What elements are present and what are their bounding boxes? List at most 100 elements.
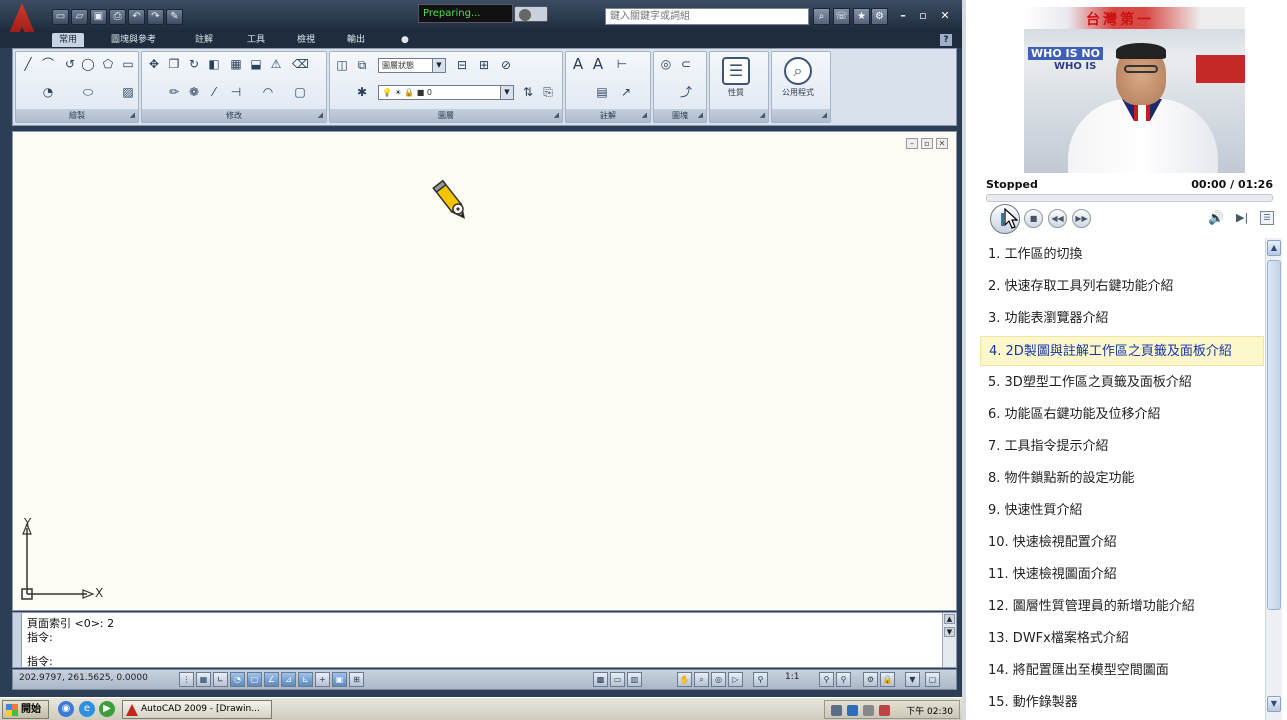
edit-block-icon[interactable]: ⤴ <box>678 84 694 100</box>
playlist-item[interactable]: 7. 工具指令提示介紹 <box>980 432 1264 462</box>
tab-output[interactable]: 輸出 <box>340 33 372 47</box>
layer-match-icon[interactable]: ⎘ <box>540 84 556 100</box>
pan-icon[interactable]: ✋ <box>677 672 692 687</box>
command-line-grip[interactable] <box>13 613 22 667</box>
playlist-scrollbar[interactable]: ▲ ▼ <box>1265 238 1282 720</box>
playlist-item[interactable]: 15. 動作錄製器 <box>980 688 1264 718</box>
panel-expand-properties[interactable] <box>710 109 768 122</box>
viewport-minimize-icon[interactable]: – <box>906 138 918 149</box>
match-properties-icon[interactable]: ✎ <box>166 9 183 25</box>
playlist-item[interactable]: 4. 2D製圖與註解工作區之頁籤及面板介紹 <box>980 336 1264 366</box>
search-icon[interactable]: ⌕ <box>813 8 830 25</box>
layer-freeze-icon[interactable]: ✱ <box>354 84 370 100</box>
playlist-toggle-icon[interactable]: ☰ <box>1260 211 1274 225</box>
next-chapter-icon[interactable]: ▶| <box>1236 211 1248 224</box>
playlist-item[interactable]: 6. 功能區右鍵功能及位移介紹 <box>980 400 1264 430</box>
trim-icon[interactable]: ⁄ <box>206 84 222 100</box>
circle-icon[interactable]: ◯ <box>80 56 96 72</box>
open-icon[interactable]: ▱ <box>71 9 88 25</box>
object-snap-tracking-icon[interactable]: ∠ <box>264 672 279 687</box>
rectangle-icon[interactable]: ▭ <box>120 56 136 72</box>
extend-icon[interactable]: ⊣ <box>228 84 244 100</box>
redo-icon[interactable]: ↷ <box>147 9 164 25</box>
minimize-icon[interactable]: – <box>895 9 911 23</box>
grid-display-icon[interactable]: ▦ <box>196 672 211 687</box>
layer-off-icon[interactable]: ⊘ <box>498 57 514 73</box>
mirror-icon[interactable]: ◧ <box>206 56 222 72</box>
polar-tracking-icon[interactable]: ◔ <box>230 672 245 687</box>
polygon-icon[interactable]: ⬠ <box>100 56 116 72</box>
snap-mode-icon[interactable]: ⋮ <box>179 672 194 687</box>
zoom-icon[interactable]: ⌕ <box>694 672 709 687</box>
layer-manager-icon[interactable]: ⧉ <box>354 57 370 73</box>
rewind-icon[interactable]: ◀◀ <box>1048 209 1067 228</box>
rotate-icon[interactable]: ↻ <box>186 56 202 72</box>
properties-button[interactable]: ☰ 性質 <box>710 55 762 109</box>
search-input[interactable] <box>605 8 809 25</box>
quicklaunch-desktop-icon[interactable]: ◉ <box>58 701 74 717</box>
array-icon[interactable]: ▦ <box>228 56 244 72</box>
line-icon[interactable]: ╱ <box>20 56 36 72</box>
make-current-icon[interactable]: ⇅ <box>520 84 536 100</box>
tray-display-icon[interactable] <box>847 705 858 716</box>
object-snap-icon[interactable]: ▢ <box>247 672 262 687</box>
stop-icon[interactable]: ■ <box>1024 209 1043 228</box>
ortho-mode-icon[interactable]: ∟ <box>213 672 228 687</box>
playlist-item[interactable]: 11. 快速檢視圖面介紹 <box>980 560 1264 590</box>
ellipse-icon[interactable]: ⬭ <box>80 84 96 100</box>
create-block-icon[interactable]: ⊂ <box>678 56 694 72</box>
playlist-scroll-down-icon[interactable]: ▼ <box>1267 696 1281 712</box>
tab-blocks-references[interactable]: 圖塊與參考 <box>104 33 163 47</box>
taskbar-autocad-button[interactable]: AutoCAD 2009 - [Drawin... <box>122 700 272 719</box>
favorites-icon[interactable]: ★ <box>853 8 870 25</box>
panel-title-block[interactable]: 圖塊 <box>654 109 706 122</box>
playlist-item[interactable]: 9. 快速性質介紹 <box>980 496 1264 526</box>
start-button[interactable]: 開始 <box>2 700 49 719</box>
quick-view-layouts-icon[interactable]: ▭ <box>610 672 625 687</box>
playlist-scroll-thumb[interactable] <box>1267 260 1281 610</box>
showmotion-icon[interactable]: ▷ <box>728 672 743 687</box>
table-icon[interactable]: ▤ <box>594 84 610 100</box>
tab-home[interactable]: 常用 <box>52 33 85 47</box>
move-icon[interactable]: ✥ <box>146 56 162 72</box>
rotate-arc-icon[interactable]: ↺ <box>62 56 78 72</box>
scroll-down-icon[interactable]: ▼ <box>944 627 955 637</box>
tab-tools[interactable]: 工具 <box>240 33 272 47</box>
playlist-item[interactable]: 14. 將配置匯出至模型空間圖面 <box>980 656 1264 686</box>
clean-screen-icon[interactable]: ▢ <box>925 672 940 687</box>
auto-scale-icon[interactable]: ⚲ <box>836 672 851 687</box>
layer-unisolate-icon[interactable]: ⊞ <box>476 57 492 73</box>
playlist-item[interactable]: 5. 3D塑型工作區之頁籤及面板介紹 <box>980 368 1264 398</box>
insert-block-icon[interactable]: ◎ <box>658 56 674 72</box>
playlist-item[interactable]: 10. 快速檢視配置介紹 <box>980 528 1264 558</box>
new-icon[interactable]: ▭ <box>52 9 69 25</box>
close-icon[interactable]: ✕ <box>937 9 953 23</box>
hatch-icon[interactable]: ▨ <box>120 84 136 100</box>
tab-annotate[interactable]: 註解 <box>188 33 220 47</box>
quicklaunch-ie-icon[interactable]: e <box>79 701 95 717</box>
tray-security-icon[interactable] <box>879 705 890 716</box>
model-layout-icon[interactable]: ▩ <box>593 672 608 687</box>
print-icon[interactable]: ⎙ <box>109 9 126 25</box>
scroll-up-icon[interactable]: ▲ <box>944 614 955 624</box>
steering-wheel-icon[interactable]: ◎ <box>711 672 726 687</box>
quick-view-drawings-icon[interactable]: ▥ <box>627 672 642 687</box>
erase-icon[interactable]: ⌫ <box>292 56 309 72</box>
offset-icon[interactable]: ❁ <box>186 84 202 100</box>
lineweight-icon[interactable]: + <box>315 672 330 687</box>
layer-isolate-icon[interactable]: ⊟ <box>454 57 470 73</box>
playlist-item[interactable]: 8. 物件鎖點新的設定功能 <box>980 464 1264 494</box>
multiline-text-icon[interactable]: A <box>570 56 586 72</box>
quick-properties-icon[interactable]: ▣ <box>332 672 347 687</box>
command-scrollbar[interactable]: ▲ ▼ <box>942 613 956 667</box>
seek-bar[interactable] <box>986 194 1273 202</box>
fast-forward-icon[interactable]: ▶▶ <box>1072 209 1091 228</box>
command-prompt[interactable]: 指令: <box>27 653 53 669</box>
status-tray-menu-icon[interactable]: ▼ <box>905 672 920 687</box>
annotation-scale[interactable]: 1:1 <box>785 672 799 682</box>
communication-center-icon[interactable]: ☏ <box>833 8 850 25</box>
copy-icon[interactable]: ❐ <box>166 56 182 72</box>
playlist-item[interactable]: 13. DWFx檔案格式介紹 <box>980 624 1264 654</box>
save-icon[interactable]: ▣ <box>90 9 107 25</box>
panel-title-draw[interactable]: 繪製 <box>16 109 138 122</box>
